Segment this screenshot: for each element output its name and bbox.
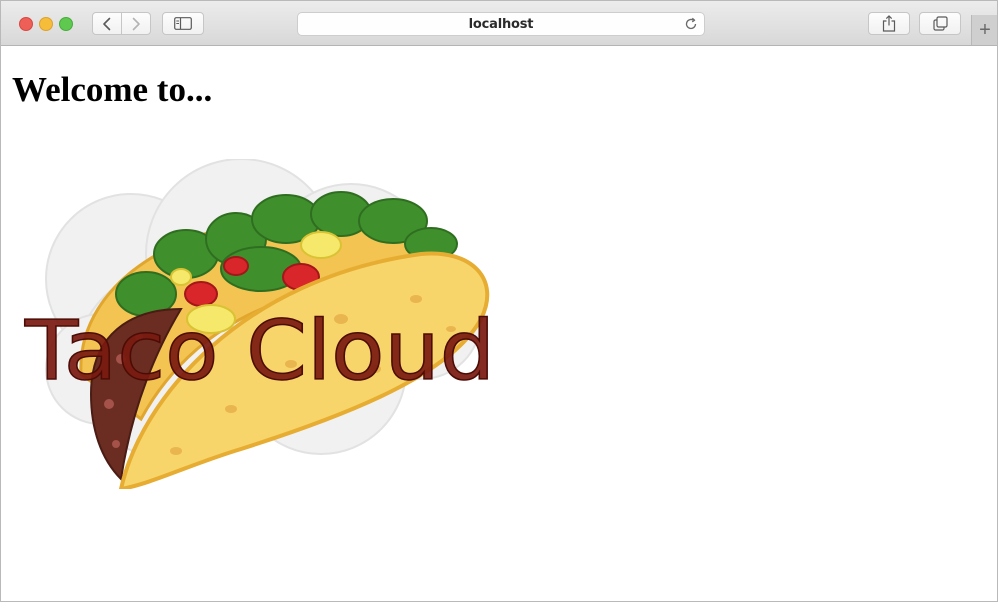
- address-text: localhost: [468, 17, 534, 32]
- chevron-right-icon: [132, 17, 140, 30]
- tabs-overview-button[interactable]: [919, 12, 961, 35]
- sidebar-button[interactable]: [162, 12, 204, 35]
- taco-cloud-logo: Taco Cloud: [21, 159, 521, 489]
- share-button[interactable]: [868, 12, 910, 35]
- minimize-window-button[interactable]: [39, 17, 53, 31]
- browser-window: localhost + Welcome to... Taco Cloud: [0, 0, 998, 602]
- welcome-heading: Welcome to...: [12, 70, 213, 109]
- address-bar[interactable]: localhost: [297, 12, 705, 36]
- back-button[interactable]: [92, 12, 122, 35]
- forward-button[interactable]: [121, 12, 151, 35]
- browser-toolbar: localhost +: [1, 1, 997, 46]
- close-window-button[interactable]: [19, 17, 33, 31]
- taco-cloud-logo-text: Taco Cloud: [24, 304, 495, 399]
- reload-icon[interactable]: [684, 17, 698, 31]
- chevron-left-icon: [103, 17, 111, 30]
- tabs-overview-icon: [932, 16, 948, 31]
- zoom-window-button[interactable]: [59, 17, 73, 31]
- sidebar-icon: [174, 17, 192, 30]
- page-content: Welcome to... Taco Cloud: [1, 46, 997, 601]
- share-icon: [882, 15, 896, 32]
- taco-illustration: Taco Cloud: [23, 159, 496, 489]
- new-tab-button[interactable]: +: [971, 15, 997, 45]
